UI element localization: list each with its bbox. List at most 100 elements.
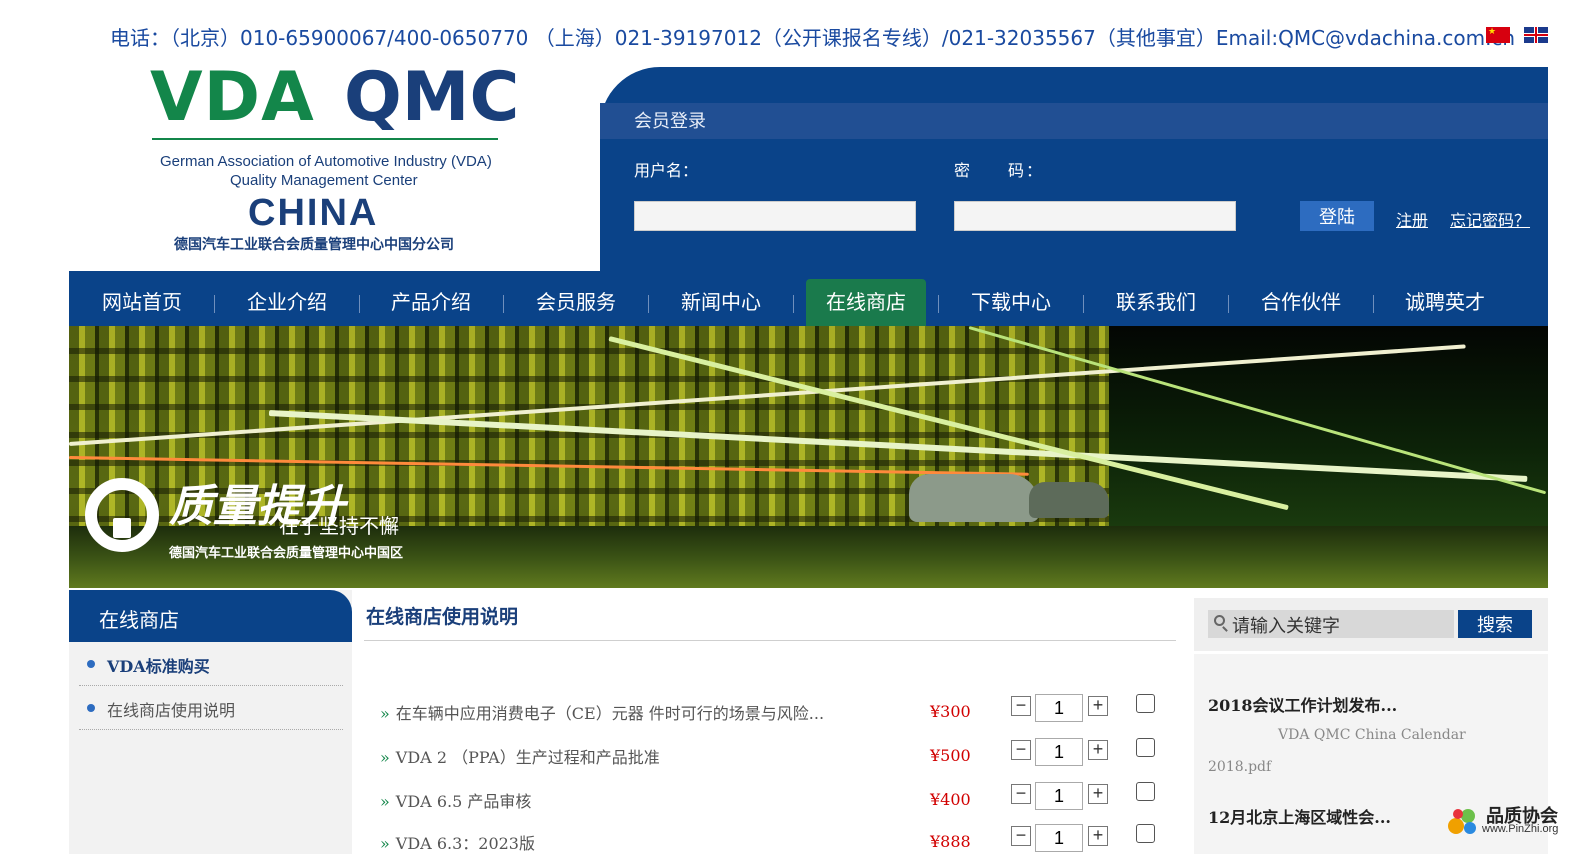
nav-separator	[938, 295, 939, 313]
username-input[interactable]	[634, 201, 916, 231]
quantity-input[interactable]	[1035, 694, 1083, 722]
product-select-checkbox[interactable]	[1136, 738, 1155, 757]
product-row: » 在车辆中应用消费电子（CE）元器 件时可行的场景与风险... ¥300 − +	[380, 694, 1180, 726]
product-name-link[interactable]: » VDA 6.5 产品审核	[380, 788, 531, 812]
news-item-title[interactable]: 12月北京上海区域性会...	[1208, 804, 1391, 828]
product-row: » VDA 6.5 产品审核 ¥400 − +	[380, 782, 1180, 814]
product-select-checkbox[interactable]	[1136, 694, 1155, 713]
nav-separator	[214, 295, 215, 313]
password-input[interactable]	[954, 201, 1236, 231]
chinese-flag-icon[interactable]	[1486, 27, 1510, 43]
logo-vda-text: VDA	[150, 58, 315, 137]
nav-item-online-store[interactable]: 在线商店	[806, 279, 926, 326]
watermark-url: www.PinZhi.org	[1482, 823, 1559, 835]
product-name-link[interactable]: » VDA 2 （PPA）生产过程和产品批准	[380, 744, 660, 768]
nav-separator	[1083, 295, 1084, 313]
chevron-right-icon: »	[380, 704, 390, 723]
register-link[interactable]: 注册	[1396, 207, 1428, 231]
product-name-link[interactable]: » VDA 6.3：2023版	[380, 830, 535, 854]
nav-separator	[1228, 295, 1229, 313]
nav-item-contact[interactable]: 联系我们	[1096, 279, 1216, 326]
quantity-decrease-button[interactable]: −	[1011, 740, 1031, 760]
quantity-increase-button[interactable]: +	[1088, 826, 1108, 846]
nav-item-about[interactable]: 企业介绍	[227, 279, 347, 326]
sidebar-title-text: 在线商店	[99, 608, 179, 632]
logo-english-line-1: German Association of Automotive Industr…	[160, 153, 492, 170]
nav-item-downloads[interactable]: 下载中心	[951, 279, 1071, 326]
sidebar-item-label: 在线商店使用说明	[107, 701, 236, 720]
left-sidebar: 在线商店 VDA标准购买 在线商店使用说明	[69, 590, 352, 854]
product-price: ¥500	[930, 746, 971, 765]
login-button[interactable]: 登陆	[1300, 201, 1374, 231]
banner-logo-icon	[85, 478, 159, 552]
login-panel: 会员登录 用户名： 密 码： 登陆 注册 忘记密码？	[600, 67, 1548, 271]
main-navigation: 网站首页 企业介绍 产品介绍 会员服务 新闻中心 在线商店 下载中心 联系我们 …	[69, 271, 1548, 326]
password-label: 密 码：	[954, 163, 1045, 180]
search-placeholder: 请输入关键字	[1232, 616, 1340, 637]
sidebar-title: 在线商店	[69, 590, 352, 642]
logo-china-text: CHINA	[248, 192, 379, 234]
nav-separator	[503, 295, 504, 313]
banner-slogan-org: 德国汽车工业联合会质量管理中心中国区	[169, 545, 404, 560]
nav-separator	[648, 295, 649, 313]
nav-separator	[793, 295, 794, 313]
nav-item-home[interactable]: 网站首页	[82, 279, 202, 326]
sidebar-item-label: VDA标准购买	[107, 657, 210, 676]
product-name: 在车辆中应用消费电子（CE）元器 件时可行的场景与风险...	[395, 704, 825, 723]
quantity-input[interactable]	[1035, 738, 1083, 766]
chevron-right-icon: »	[380, 792, 390, 811]
product-price: ¥300	[930, 702, 971, 721]
quantity-increase-button[interactable]: +	[1088, 740, 1108, 760]
product-row: » VDA 6.3：2023版 ¥888 − +	[380, 824, 1180, 854]
logo-qmc-text: QMC	[344, 58, 520, 137]
quantity-input[interactable]	[1035, 824, 1083, 852]
forgot-password-link[interactable]: 忘记密码？	[1450, 207, 1530, 231]
chevron-right-icon: »	[380, 834, 390, 853]
bullet-icon	[87, 660, 95, 668]
nav-item-products[interactable]: 产品介绍	[371, 279, 491, 326]
logo-english-line-2: Quality Management Center	[230, 172, 418, 189]
sidebar-item-vda-standards[interactable]: VDA标准购买	[79, 642, 343, 686]
search-button[interactable]: 搜索	[1458, 610, 1532, 638]
product-row: » VDA 2 （PPA）生产过程和产品批准 ¥500 − +	[380, 738, 1180, 770]
banner-car	[1029, 482, 1109, 518]
product-name: VDA 6.3：2023版	[395, 834, 535, 853]
quantity-increase-button[interactable]: +	[1088, 784, 1108, 804]
product-price: ¥888	[930, 832, 971, 851]
nav-separator	[1373, 295, 1374, 313]
quantity-decrease-button[interactable]: −	[1011, 784, 1031, 804]
nav-item-careers[interactable]: 诚聘英才	[1385, 279, 1505, 326]
quantity-increase-button[interactable]: +	[1088, 696, 1108, 716]
product-name: VDA 6.5 产品审核	[395, 792, 532, 811]
nav-item-member-services[interactable]: 会员服务	[516, 279, 636, 326]
nav-separator	[359, 295, 360, 313]
title-divider	[364, 640, 1176, 641]
login-title-strip	[600, 103, 1548, 139]
product-price: ¥400	[930, 790, 971, 809]
product-name-link[interactable]: » 在车辆中应用消费电子（CE）元器 件时可行的场景与风险...	[380, 700, 824, 724]
contact-info: 电话：（北京）010-65900067/400-0650770 （上海）021-…	[110, 26, 1516, 50]
banner-car	[909, 474, 1039, 522]
search-icon	[1214, 615, 1225, 626]
sidebar-item-store-guide[interactable]: 在线商店使用说明	[79, 686, 343, 730]
hero-banner: 质量提升 在于坚持不懈 德国汽车工业联合会质量管理中心中国区	[69, 326, 1548, 588]
page-title: 在线商店使用说明	[366, 606, 519, 628]
product-select-checkbox[interactable]	[1136, 824, 1155, 843]
product-select-checkbox[interactable]	[1136, 782, 1155, 801]
product-name: VDA 2 （PPA）生产过程和产品批准	[395, 748, 660, 767]
news-item-desc: VDA QMC China Calendar	[1278, 727, 1466, 743]
nav-item-news[interactable]: 新闻中心	[661, 279, 781, 326]
username-label: 用户名：	[634, 163, 699, 180]
banner-slogan-sub: 在于坚持不懈	[279, 514, 399, 538]
site-logo[interactable]: VDA QMC German Association of Automotive…	[140, 58, 520, 258]
english-flag-icon[interactable]	[1524, 27, 1548, 43]
quantity-input[interactable]	[1035, 782, 1083, 810]
nav-item-partners[interactable]: 合作伙伴	[1241, 279, 1361, 326]
pinzhi-logo-icon	[1448, 809, 1476, 834]
quantity-decrease-button[interactable]: −	[1011, 696, 1031, 716]
chevron-right-icon: »	[380, 748, 390, 767]
quantity-decrease-button[interactable]: −	[1011, 826, 1031, 846]
bullet-icon	[87, 704, 95, 712]
news-item-title[interactable]: 2018会议工作计划发布...	[1208, 692, 1397, 716]
login-title: 会员登录	[634, 111, 706, 132]
